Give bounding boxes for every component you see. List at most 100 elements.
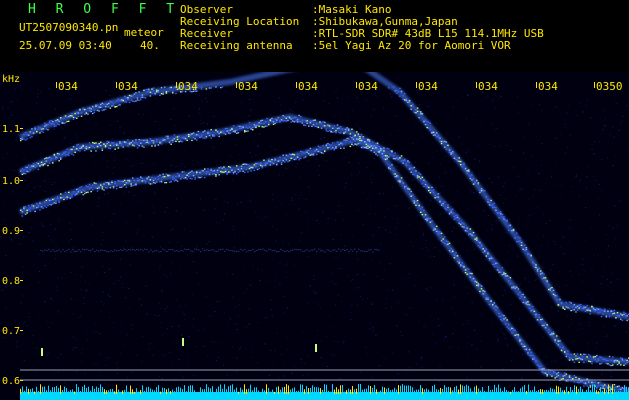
signal-dot [300,150,302,153]
noise-speck [86,289,88,291]
signal-dot [368,140,371,142]
signal-dot [100,249,102,251]
noise-speck [27,160,30,162]
noise-speck [562,236,564,238]
signal-dot [260,122,262,125]
signal-dot [517,334,520,336]
noise-speck [176,242,178,244]
signal-dot [210,168,212,170]
signal-dot [21,138,24,140]
signal-dot [512,328,515,330]
signal-dot [220,249,222,251]
baseline-spike [226,389,227,394]
noise-speck [78,316,80,318]
signal-dot [69,115,72,117]
signal-dot [338,132,340,134]
baseline-spike [44,386,45,394]
signal-dot [618,315,620,317]
noise-speck [200,123,202,125]
noise-speck [28,312,30,314]
noise-speck [616,103,618,105]
noise-speck [242,269,244,271]
noise-speck [180,245,182,247]
signal-dot [274,122,276,125]
noise-speck [357,209,359,211]
noise-speck [192,261,194,263]
noise-speck [300,362,303,364]
baseline-spike [82,386,83,394]
signal-dot [383,155,385,157]
noise-speck [208,241,210,242]
noise-speck [619,122,621,124]
signal-dot [303,152,305,154]
signal-dot [394,173,396,175]
signal-dot [176,180,179,182]
noise-speck [532,196,534,198]
baseline-spike [238,391,239,394]
time-tick-label: 034 [298,80,318,93]
baseline-spike [420,385,421,394]
noise-speck [452,106,454,108]
signal-dot [496,212,499,214]
signal-dot [301,122,304,124]
signal-dot [268,124,270,126]
noise-speck [597,254,599,256]
signal-dot [266,125,268,127]
signal-dot [61,122,64,124]
signal-dot [548,371,550,374]
signal-dot [247,130,249,132]
signal-dot [362,147,364,149]
noise-speck [320,357,322,358]
signal-dot [565,353,568,355]
noise-speck [43,301,45,303]
baseline-spike [198,392,199,394]
signal-dot [216,130,219,133]
signal-dot [240,165,243,167]
noise-speck [439,213,441,215]
signal-dot [196,171,198,174]
noise-speck [32,240,34,242]
signal-dot [408,101,411,104]
signal-dot [68,115,70,118]
signal-dot [568,375,571,377]
noise-speck [116,373,118,375]
noise-speck [325,335,328,337]
noise-speck [92,224,94,226]
noise-speck [343,340,345,342]
signal-dot [536,270,539,272]
noise-speck [80,276,82,278]
signal-dot [316,125,318,128]
noise-speck [410,242,413,244]
noise-speck [54,108,56,110]
signal-dot [464,169,467,171]
signal-dot [122,100,124,102]
signal-dot [112,105,115,107]
signal-dot [292,157,294,159]
noise-speck [561,194,563,196]
signal-dot [48,248,50,250]
signal-dot [388,148,390,150]
signal-dot [418,110,420,113]
signal-dot [616,312,619,314]
signal-dot [613,359,616,362]
signal-dot [191,133,193,135]
signal-dot [312,154,315,156]
signal-dot [388,156,390,158]
baseline-spike [452,390,453,394]
signal-dot [615,359,617,361]
signal-dot [287,155,289,157]
noise-speck [423,326,425,328]
noise-speck [200,198,202,200]
signal-dot [560,349,563,352]
signal-dot [186,134,188,136]
noise-speck [205,159,207,161]
signal-dot [557,340,560,342]
noise-speck [44,300,46,302]
noise-speck [409,307,411,309]
signal-dot [106,103,108,105]
noise-speck [489,144,491,145]
signal-dot [120,100,123,102]
signal-dot [602,385,604,387]
noise-speck [205,295,207,297]
noise-speck [524,217,526,219]
